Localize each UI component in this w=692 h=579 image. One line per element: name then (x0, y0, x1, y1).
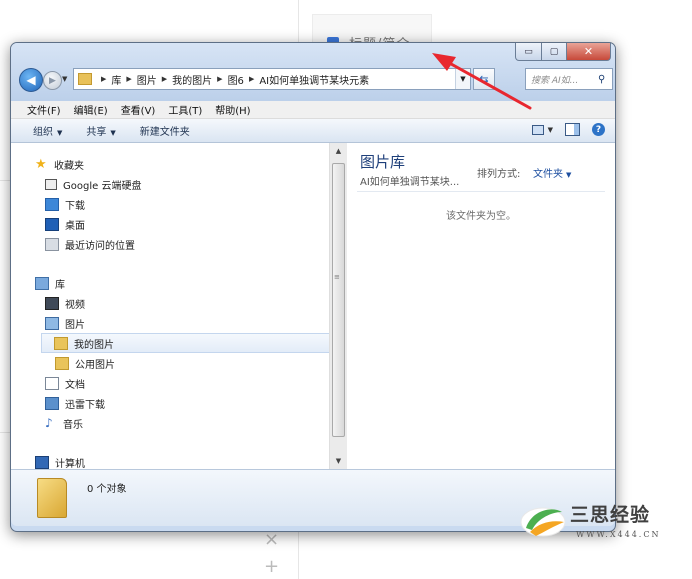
watermark-url: WWW.X444.CN (576, 530, 661, 539)
watermark-text: 三思经验 (570, 504, 651, 526)
arrow-head (432, 53, 456, 71)
watermark-logo-icon (520, 507, 566, 537)
watermark: 三思经验 WWW.X444.CN (516, 496, 686, 554)
annotation-arrow (432, 53, 532, 110)
arrow-shaft (442, 58, 532, 110)
